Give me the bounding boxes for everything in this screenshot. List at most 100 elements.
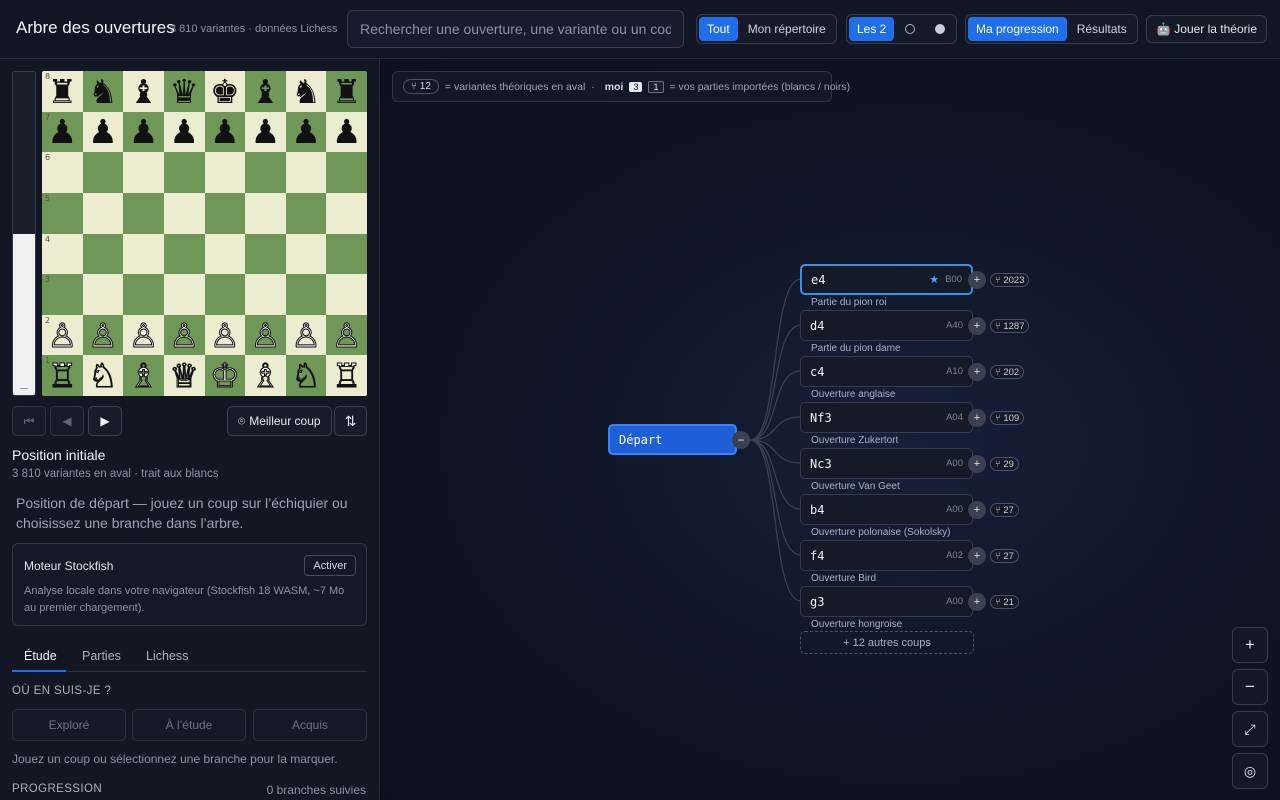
move-node[interactable]: e4 ★ B00 <box>800 264 973 295</box>
board-square[interactable]: ♔ <box>204 355 246 396</box>
view-results[interactable]: Résultats <box>1069 17 1135 41</box>
board-square[interactable]: ♙ <box>82 314 124 356</box>
root-node[interactable]: Départ <box>608 424 737 455</box>
board-square[interactable] <box>326 233 367 275</box>
expand-branch-button[interactable]: + <box>968 363 986 381</box>
chess-piece[interactable]: ♕ <box>169 359 200 393</box>
first-move-button[interactable]: ⏮ <box>12 406 46 436</box>
board-square[interactable]: ♟ <box>123 111 164 153</box>
chess-piece[interactable]: ♛ <box>169 75 199 108</box>
board-square[interactable]: ♙ <box>163 314 205 356</box>
status-studying-button[interactable]: À l’étude <box>132 709 246 741</box>
board-square[interactable] <box>204 274 246 315</box>
board-square[interactable] <box>82 192 124 234</box>
recenter-button[interactable]: ◎ <box>1232 753 1268 789</box>
board-square[interactable] <box>204 152 246 193</box>
status-acquired-button[interactable]: Acquis <box>253 709 367 741</box>
chess-piece[interactable]: ♟ <box>251 115 281 148</box>
tab-games[interactable]: Parties <box>82 649 121 663</box>
board-square[interactable] <box>123 152 164 193</box>
board-square[interactable]: ♕ <box>163 355 205 396</box>
move-node[interactable]: b4 A00 <box>800 494 973 525</box>
board-square[interactable]: ♙ <box>326 314 367 356</box>
engine-activate-button[interactable]: Activer <box>304 555 356 576</box>
flip-board-button[interactable]: ⇅ <box>334 406 367 436</box>
collapse-root-button[interactable]: − <box>732 431 750 449</box>
chess-piece[interactable]: ♔ <box>210 359 241 393</box>
chess-piece[interactable]: ♙ <box>291 318 322 352</box>
expand-branch-button[interactable]: + <box>968 547 986 565</box>
board-square[interactable]: 5 <box>42 192 83 234</box>
chess-piece[interactable]: ♚ <box>210 75 240 108</box>
expand-branch-button[interactable]: + <box>968 317 986 335</box>
move-node[interactable]: Nc3 A00 <box>800 448 973 479</box>
board-square[interactable] <box>163 233 205 275</box>
view-my-progress[interactable]: Ma progression <box>968 17 1067 41</box>
side-both[interactable]: Les 2 <box>849 17 895 41</box>
chess-piece[interactable]: ♜ <box>332 75 362 108</box>
board-square[interactable] <box>163 152 205 193</box>
board-square[interactable]: 1 ♖ <box>42 355 83 396</box>
expand-branch-button[interactable]: + <box>968 455 986 473</box>
chessboard[interactable]: 8 ♜ ♞ ♝ ♛ ♚ ♝ ♞ ♜ 7 ♟ ♟ ♟ ♟ ♟ ♟ ♟ ♟ 6 5 4 3 2 ♙ ♙ ♙ ♙ ♙ ♙ ♙ ♙ 1 ♖ ♘ ♗ ♕ ♔ ♗ ♘ ♖ <box>42 71 367 396</box>
board-square[interactable]: ♝ <box>245 71 286 112</box>
chess-piece[interactable]: ♟ <box>129 115 159 148</box>
board-square[interactable] <box>163 274 205 315</box>
board-square[interactable] <box>82 152 124 193</box>
chess-piece[interactable]: ♗ <box>250 359 281 393</box>
move-node[interactable]: d4 A40 <box>800 310 973 341</box>
chess-piece[interactable]: ♙ <box>210 318 241 352</box>
board-square[interactable]: ♙ <box>285 314 327 356</box>
board-square[interactable]: ♘ <box>82 355 124 396</box>
chess-piece[interactable]: ♝ <box>251 75 281 108</box>
move-node[interactable]: c4 A10 <box>800 356 973 387</box>
tab-study[interactable]: Étude <box>24 649 57 663</box>
board-square[interactable]: ♙ <box>204 314 246 356</box>
zoom-out-button[interactable]: − <box>1232 669 1268 705</box>
board-square[interactable]: ♞ <box>285 71 327 112</box>
board-square[interactable]: ♟ <box>204 111 246 153</box>
filter-all[interactable]: Tout <box>699 17 738 41</box>
tab-lichess[interactable]: Lichess <box>146 649 188 663</box>
board-square[interactable]: 7 ♟ <box>42 111 83 153</box>
chess-piece[interactable]: ♙ <box>331 318 362 352</box>
status-explored-button[interactable]: Exploré <box>12 709 126 741</box>
best-move-button[interactable]: ⌾ Meilleur coup <box>227 406 332 436</box>
chess-piece[interactable]: ♘ <box>291 359 322 393</box>
filter-my-repertoire[interactable]: Mon répertoire <box>740 17 834 41</box>
chess-piece[interactable]: ♟ <box>210 115 240 148</box>
board-square[interactable] <box>285 192 327 234</box>
zoom-in-button[interactable]: + <box>1232 627 1268 663</box>
board-square[interactable]: ♟ <box>163 111 205 153</box>
expand-branch-button[interactable]: + <box>968 593 986 611</box>
fit-view-button[interactable]: ⤢ <box>1232 711 1268 747</box>
board-square[interactable]: ♗ <box>123 355 164 396</box>
chess-piece[interactable]: ♙ <box>47 318 78 352</box>
next-move-button[interactable]: ▶ <box>88 406 122 436</box>
move-node[interactable]: Nf3 A04 <box>800 402 973 433</box>
chess-piece[interactable]: ♟ <box>169 115 199 148</box>
board-square[interactable] <box>245 274 286 315</box>
board-square[interactable]: ♟ <box>245 111 286 153</box>
board-square[interactable] <box>204 233 246 275</box>
expand-branch-button[interactable]: + <box>968 501 986 519</box>
board-square[interactable]: ♝ <box>123 71 164 112</box>
chess-piece[interactable]: ♙ <box>88 318 119 352</box>
board-square[interactable] <box>123 233 164 275</box>
board-square[interactable] <box>82 274 124 315</box>
board-square[interactable] <box>326 274 367 315</box>
board-square[interactable]: ♛ <box>163 71 205 112</box>
board-square[interactable]: ♟ <box>326 111 367 153</box>
board-square[interactable] <box>245 152 286 193</box>
white-side-radio-icon[interactable] <box>905 24 916 34</box>
chess-piece[interactable]: ♙ <box>250 318 281 352</box>
board-square[interactable] <box>245 192 286 234</box>
board-square[interactable]: ♙ <box>245 314 286 356</box>
board-square[interactable] <box>285 274 327 315</box>
move-node[interactable]: f4 A02 <box>800 540 973 571</box>
previous-move-button[interactable]: ◀ <box>50 406 84 436</box>
more-moves-button[interactable]: + 12 autres coups <box>800 631 974 654</box>
board-square[interactable] <box>285 233 327 275</box>
chess-piece[interactable]: ♞ <box>88 75 118 108</box>
chess-piece[interactable]: ♘ <box>88 359 119 393</box>
